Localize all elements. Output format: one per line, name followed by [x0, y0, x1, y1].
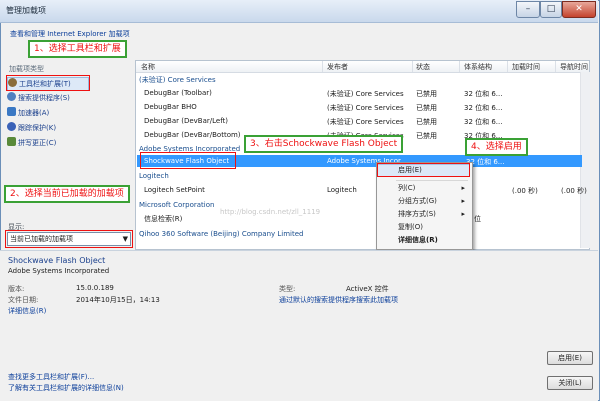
block-icon [7, 122, 16, 131]
group-header: Microsoft Corporation [139, 201, 215, 209]
window-title: 管理加载项 [6, 6, 46, 15]
highlight-shockwave-row [140, 152, 236, 169]
maximize-button[interactable]: □ [540, 1, 562, 18]
search-icon [7, 92, 16, 101]
type-value: ActiveX 控件 [346, 285, 389, 293]
sidebar-item-label: 拼写更正(C) [18, 139, 57, 147]
row-name[interactable]: DebugBar (DevBar/Bottom) [144, 131, 241, 139]
column-divider [555, 61, 556, 72]
row-name[interactable]: 信息检索(R) [144, 214, 182, 224]
learn-more-link[interactable]: 了解有关工具栏和扩展的详细信息(N) [8, 383, 124, 393]
row-architecture: 32 位和 6... [464, 104, 503, 112]
type-label: 类型: [279, 285, 296, 293]
sidebar-item-label: 跟踪保护(K) [18, 124, 57, 132]
row-architecture: 位 [474, 215, 481, 223]
column-load-time[interactable]: 加载时间 [512, 62, 540, 72]
row-name[interactable]: DebugBar BHO [144, 103, 197, 111]
more-info-link[interactable]: 详细信息(R) [8, 306, 46, 316]
row-status: 已禁用 [416, 132, 437, 140]
highlight-dropdown [5, 230, 133, 248]
column-status[interactable]: 状态 [416, 62, 430, 72]
row-publisher: (未验证) Core Services [327, 90, 404, 98]
group-header: (未验证) Core Services [139, 76, 216, 84]
column-divider [322, 61, 323, 72]
submenu-arrow-icon: ▸ [461, 210, 465, 218]
sidebar-item-label: 搜索提供程序(S) [18, 94, 70, 102]
watermark: http://blog.csdn.net/zll_1119 [220, 208, 321, 216]
row-status: 已禁用 [416, 118, 437, 126]
column-name[interactable]: 名称 [141, 62, 155, 72]
context-menu-more-info[interactable]: 详细信息(R) [378, 235, 469, 246]
highlight-toolbars [6, 75, 90, 91]
context-menu-columns[interactable]: 列(C) ▸ [378, 183, 469, 194]
sidebar-item-spelling[interactable]: 拼写更正(C) [7, 137, 56, 149]
close-window-button[interactable]: ✕ [562, 1, 596, 18]
menu-separator [396, 180, 468, 181]
row-publisher: (未验证) Core Services [327, 118, 404, 126]
version-value: 15.0.0.189 [76, 284, 114, 292]
file-date-value: 2014年10月15日，14:13 [76, 296, 160, 304]
annotation-step-4: 4、选择启用 [465, 138, 528, 156]
search-addon-link[interactable]: 通过默认的搜索提供程序搜索此加载项 [279, 295, 398, 305]
row-architecture: 32 位和 6... [464, 90, 503, 98]
column-divider [412, 61, 413, 72]
find-more-link[interactable]: 查找更多工具栏和扩展(F)... [8, 372, 94, 382]
version-label: 版本: [8, 285, 25, 293]
submenu-arrow-icon: ▸ [461, 184, 465, 192]
row-architecture: 32 位和 6... [464, 118, 503, 126]
close-button[interactable]: 关闭(L) [547, 376, 593, 390]
sidebar-item-search[interactable]: 搜索提供程序(S) [7, 92, 70, 104]
row-navigation-time: (.00 秒) [561, 187, 587, 195]
column-publisher[interactable]: 发布者 [327, 62, 348, 72]
row-name[interactable]: DebugBar (Toolbar) [144, 89, 212, 97]
annotation-step-1: 1、选择工具栏和扩展 [28, 40, 127, 58]
context-menu-group-by[interactable]: 分组方式(G) ▸ [378, 196, 469, 207]
column-architecture[interactable]: 体系结构 [464, 62, 492, 72]
addon-types-heading: 加载项类型 [9, 65, 44, 73]
details-publisher: Adobe Systems Incorporated [8, 267, 110, 275]
submenu-arrow-icon: ▸ [461, 197, 465, 205]
sidebar-item-accelerators[interactable]: 加速器(A) [7, 107, 49, 119]
column-divider [459, 61, 460, 72]
context-menu-copy[interactable]: 复制(O) [378, 222, 469, 233]
row-name[interactable]: Logitech SetPoint [144, 186, 205, 194]
column-navigation-time[interactable]: 导航时间 [560, 62, 588, 72]
details-name: Shockwave Flash Object [8, 256, 106, 265]
annotation-step-3: 3、右击Schockwave Flash Object [244, 135, 404, 153]
row-name[interactable]: DebugBar (DevBar/Left) [144, 117, 228, 125]
row-load-time: (.00 秒) [512, 187, 538, 195]
group-header: Qihoo 360 Software (Beijing) Company Lim… [139, 230, 304, 238]
sidebar-item-label: 加速器(A) [18, 109, 50, 117]
context-menu-sort-by[interactable]: 排序方式(S) ▸ [378, 209, 469, 220]
highlight-enable-item [377, 163, 470, 177]
group-header: Logitech [139, 172, 169, 180]
title-bar [0, 0, 598, 23]
enable-button[interactable]: 启用(E) [547, 351, 593, 365]
row-publisher: Logitech [327, 186, 357, 194]
accelerator-icon [7, 107, 16, 116]
header-link[interactable]: 查看和管理 Internet Explorer 加载项 [10, 29, 130, 39]
annotation-step-2: 2、选择当前已加载的加载项 [4, 185, 130, 203]
row-publisher: (未验证) Core Services [327, 104, 404, 112]
sidebar-item-tracking[interactable]: 跟踪保护(K) [7, 122, 56, 134]
row-status: 已禁用 [416, 104, 437, 112]
file-date-label: 文件日期: [8, 296, 39, 304]
minimize-button[interactable]: – [516, 1, 540, 18]
row-status: 已禁用 [416, 90, 437, 98]
column-divider [507, 61, 508, 72]
spelling-icon [7, 137, 16, 146]
